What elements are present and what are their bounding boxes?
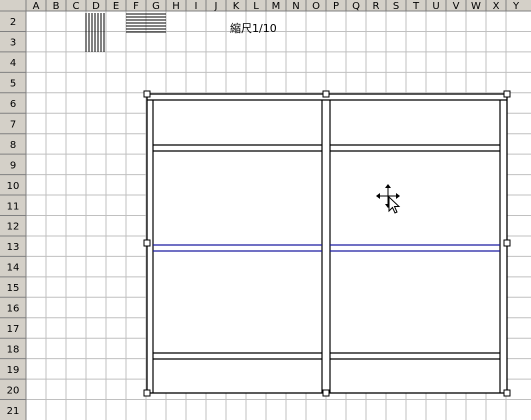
column-header-a[interactable]: A — [33, 1, 40, 12]
row-header-10[interactable]: 10 — [7, 181, 20, 192]
column-header-b[interactable]: B — [53, 1, 60, 12]
column-header-f[interactable]: F — [133, 1, 139, 12]
spreadsheet-view[interactable]: A B C D E F G H I J K L MN O P Q R S T U VW X Y 2 3 4 5 6 7 8 9 10 11 12… — [0, 0, 531, 420]
column-header-o[interactable]: O — [312, 1, 320, 12]
row-header-6[interactable]: 6 — [10, 99, 16, 110]
scale-caption: 縮尺1/10 — [230, 22, 277, 35]
row-header-19[interactable]: 19 — [7, 365, 20, 376]
row-header-3[interactable]: 3 — [10, 38, 16, 49]
vertical-line-pattern-icon — [85, 13, 105, 52]
resize-handle-top-left[interactable] — [143, 90, 151, 98]
column-header-n[interactable]: N — [292, 1, 299, 12]
frame-drawing[interactable] — [146, 93, 508, 394]
column-header-d[interactable]: D — [92, 1, 100, 12]
row-header-15[interactable]: 15 — [7, 283, 20, 294]
row-header-21[interactable]: 21 — [7, 406, 20, 417]
column-header-g[interactable]: G — [152, 1, 160, 12]
column-header-y[interactable]: Y — [512, 1, 520, 12]
grid-canvas[interactable]: A B C D E F G H I J K L MN O P Q R S T U VW X Y 2 3 4 5 6 7 8 9 10 11 12… — [0, 0, 531, 420]
frame-background — [147, 94, 507, 393]
resize-handle-middle-right[interactable] — [503, 239, 511, 247]
column-header-w[interactable]: W — [471, 1, 481, 12]
column-header-v[interactable]: V — [453, 1, 460, 12]
resize-handle-middle-left[interactable] — [143, 239, 151, 247]
column-header-e[interactable]: E — [113, 1, 119, 12]
column-header-c[interactable]: C — [73, 1, 80, 12]
column-headers: A B C D E F G H I J K L MN O P Q R S T U VW X Y — [0, 0, 531, 12]
column-header-x[interactable]: X — [493, 1, 500, 12]
resize-handle-bottom-middle[interactable] — [322, 389, 330, 397]
row-header-7[interactable]: 7 — [10, 119, 16, 130]
row-header-20[interactable]: 20 — [7, 385, 20, 396]
row-header-14[interactable]: 14 — [7, 263, 20, 274]
column-header-j[interactable]: J — [214, 1, 218, 12]
horizontal-line-pattern-icon — [126, 13, 166, 33]
column-header-s[interactable]: S — [393, 1, 399, 12]
row-header-17[interactable]: 17 — [7, 324, 20, 335]
column-header-m[interactable]: M — [272, 1, 281, 12]
row-header-11[interactable]: 11 — [7, 201, 20, 212]
column-header-u[interactable]: U — [432, 1, 439, 12]
column-header-k[interactable]: K — [233, 1, 240, 12]
resize-handle-top-middle[interactable] — [322, 90, 330, 98]
row-header-18[interactable]: 18 — [7, 344, 20, 355]
resize-handle-top-right[interactable] — [503, 90, 511, 98]
column-header-r[interactable]: R — [373, 1, 380, 12]
row-header-16[interactable]: 16 — [7, 304, 20, 315]
row-header-8[interactable]: 8 — [10, 140, 16, 151]
column-header-t[interactable]: T — [412, 1, 420, 12]
resize-handle-bottom-right[interactable] — [503, 389, 511, 397]
column-header-l[interactable]: L — [253, 1, 259, 12]
row-header-13[interactable]: 13 — [7, 242, 20, 253]
column-header-h[interactable]: H — [172, 1, 180, 12]
row-header-2[interactable]: 2 — [10, 17, 16, 28]
row-header-12[interactable]: 12 — [7, 222, 20, 233]
column-header-p[interactable]: P — [333, 1, 339, 12]
column-header-i[interactable]: I — [195, 1, 198, 12]
row-headers: 2 3 4 5 6 7 8 9 10 11 12 13 14 15 16 17 18 19 20 21 — [0, 0, 27, 420]
resize-handle-bottom-left[interactable] — [143, 389, 151, 397]
row-header-4[interactable]: 4 — [10, 58, 16, 69]
row-header-5[interactable]: 5 — [10, 79, 16, 90]
row-header-9[interactable]: 9 — [10, 160, 16, 171]
column-header-q[interactable]: Q — [352, 1, 360, 12]
